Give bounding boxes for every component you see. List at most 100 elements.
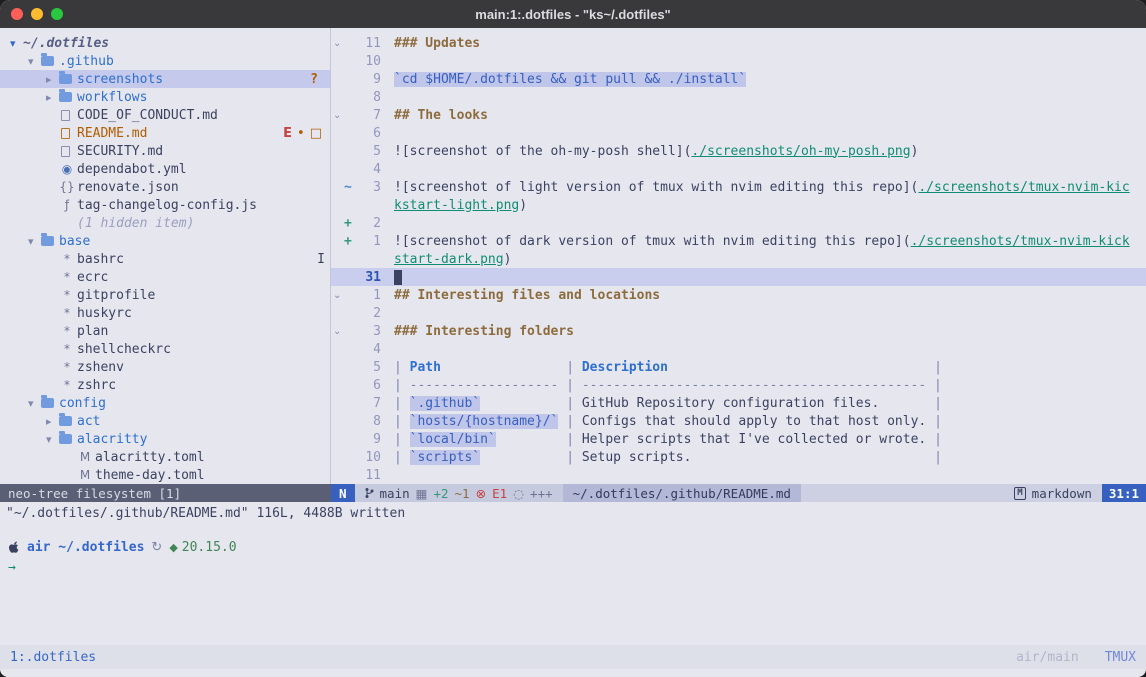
editor-line-wrap[interactable]: kstart-light.png)	[331, 196, 1146, 214]
fold-icon[interactable]: ⌄	[331, 38, 344, 49]
editor-line[interactable]: +2	[331, 214, 1146, 232]
tree-item-renovate[interactable]: {}renovate.json	[0, 178, 330, 196]
current-line-number: 31	[355, 270, 381, 285]
fold-icon[interactable]: ⌄	[331, 290, 344, 301]
editor-line[interactable]: 9`cd $HOME/.dotfiles && git pull && ./in…	[331, 70, 1146, 88]
tree-item-plan[interactable]: *plan	[0, 322, 330, 340]
lines-added: +2	[433, 486, 448, 501]
editor-line[interactable]: 11	[331, 466, 1146, 484]
editor-line[interactable]: 9| `local/bin` | Helper scripts that I'v…	[331, 430, 1146, 448]
shell-prompt: air ~/.dotfiles ↻ ◆20.15.0	[8, 538, 1138, 556]
editor-line[interactable]: 8| `hosts/{hostname}/` | Configs that sh…	[331, 412, 1146, 430]
tree-item-gitprofile[interactable]: *gitprofile	[0, 286, 330, 304]
tree-item-huskyrc[interactable]: *huskyrc	[0, 304, 330, 322]
tree-item-readme[interactable]: README.mdE•□	[0, 124, 330, 142]
git-add-sign: +	[344, 216, 355, 231]
minimize-button[interactable]	[31, 8, 43, 20]
git-add-sign: +	[344, 234, 355, 249]
tree-item-ecrc[interactable]: *ecrc	[0, 268, 330, 286]
apple-icon	[8, 540, 20, 554]
tree-item-screenshots[interactable]: ▸screenshots?	[0, 70, 330, 88]
zoom-button[interactable]	[51, 8, 63, 20]
line-number: 7	[355, 108, 381, 123]
markdown-link: ./screenshots/oh-my-posh.png	[691, 144, 910, 159]
tree-item-config[interactable]: ▾config	[0, 394, 330, 412]
file-icon	[61, 110, 70, 121]
tree-item-alacritty-toml[interactable]: Malacritty.toml	[0, 448, 330, 466]
editor-line[interactable]: 6| ------------------- | ---------------…	[331, 376, 1146, 394]
window-title: main:1:.dotfiles - "ks~/.dotfiles"	[0, 7, 1146, 22]
editor-line[interactable]: 8	[331, 88, 1146, 106]
editor-line[interactable]: 4	[331, 340, 1146, 358]
tree-item-dependabot[interactable]: ◉dependabot.yml	[0, 160, 330, 178]
diagnostics-error-icon: ⊗	[476, 486, 486, 501]
line-number: 8	[355, 90, 381, 105]
line-number: 2	[355, 216, 381, 231]
diagnostic-badges: E•□	[283, 126, 322, 141]
traffic-lights	[0, 8, 63, 20]
file-icon	[61, 146, 70, 157]
editor-line[interactable]: 6	[331, 124, 1146, 142]
editor-line[interactable]: ⌄11### Updates	[331, 34, 1146, 52]
fold-icon[interactable]: ⌄	[331, 326, 344, 337]
line-number: 9	[355, 432, 381, 447]
dotfile-icon: *	[59, 252, 75, 266]
tree-item-base[interactable]: ▾base	[0, 232, 330, 250]
tree-item-alacritty[interactable]: ▾alacritty	[0, 430, 330, 448]
node-version: ◆20.15.0	[169, 540, 236, 555]
line-number: 5	[355, 144, 381, 159]
editor-line[interactable]: 10| `scripts` | Setup scripts. |	[331, 448, 1146, 466]
tmux-window-tab[interactable]: 1:.dotfiles	[10, 650, 96, 665]
sync-icon: ↻	[151, 540, 162, 555]
fold-icon[interactable]: ⌄	[331, 110, 344, 121]
editor-line[interactable]: +1![screenshot of dark version of tmux w…	[331, 232, 1146, 250]
tree-item-security[interactable]: SECURITY.md	[0, 142, 330, 160]
markdown-icon: M	[1014, 487, 1025, 500]
editor-line[interactable]: 7| `.github` | GitHub Repository configu…	[331, 394, 1146, 412]
folder-icon	[59, 434, 72, 444]
tree-item-theme-day-toml[interactable]: Mtheme-day.toml	[0, 466, 330, 484]
line-number: 10	[355, 450, 381, 465]
tree-item-tag-changelog[interactable]: ƒtag-changelog-config.js	[0, 196, 330, 214]
shell-area[interactable]: air ~/.dotfiles ↻ ◆20.15.0 →	[0, 524, 1146, 645]
tree-item-zshenv[interactable]: *zshenv	[0, 358, 330, 376]
tree-item-zshrc[interactable]: *zshrc	[0, 376, 330, 394]
prompt-input-line[interactable]: →	[8, 558, 1138, 576]
editor-pane[interactable]: ⌄11### Updates 10 9`cd $HOME/.dotfiles &…	[331, 28, 1146, 484]
dotfile-icon: *	[59, 324, 75, 338]
neotree-statusline: neo-tree filesystem [1]	[0, 484, 331, 502]
tree-item-bashrc[interactable]: *bashrcI	[0, 250, 330, 268]
editor-line-wrap[interactable]: start-dark.png)	[331, 250, 1146, 268]
editor-line[interactable]: ⌄7## The looks	[331, 106, 1146, 124]
line-number: 7	[355, 396, 381, 411]
close-button[interactable]	[11, 8, 23, 20]
error-badge: E	[283, 126, 292, 141]
line-number: 8	[355, 414, 381, 429]
editor-line[interactable]: 2	[331, 304, 1146, 322]
line-number: 3	[355, 324, 381, 339]
mode-indicator: N	[331, 484, 355, 502]
file-icon	[61, 128, 70, 139]
editor-line[interactable]: 5| Path | Description |	[331, 358, 1146, 376]
tree-item-root[interactable]: ▾~/.dotfiles	[0, 34, 330, 52]
neotree-panel: ▾~/.dotfiles ▾.github ▸screenshots? ▸wor…	[0, 28, 331, 484]
editor-line[interactable]: ⌄3### Interesting folders	[331, 322, 1146, 340]
tmux-label: TMUX	[1105, 650, 1136, 665]
node-icon: ◆	[169, 541, 177, 554]
file-path: ~/.dotfiles/.github/README.md	[563, 484, 801, 502]
editor-line[interactable]: 10	[331, 52, 1146, 70]
lines-changed: ~1	[455, 486, 470, 501]
tree-item-workflows[interactable]: ▸workflows	[0, 88, 330, 106]
tree-item-shellcheckrc[interactable]: *shellcheckrc	[0, 340, 330, 358]
line-number: 11	[355, 36, 381, 51]
editor-line[interactable]: 5![screenshot of the oh-my-posh shell](.…	[331, 142, 1146, 160]
editor-line[interactable]: ⌄1## Interesting files and locations	[331, 286, 1146, 304]
editor-line[interactable]: ~3![screenshot of light version of tmux …	[331, 178, 1146, 196]
tree-item-code-of-conduct[interactable]: CODE_OF_CONDUCT.md	[0, 106, 330, 124]
editor-current-line[interactable]: 31	[331, 268, 1146, 286]
tree-item-act[interactable]: ▸act	[0, 412, 330, 430]
chevron-right-icon: ▸	[46, 91, 59, 104]
tree-item-github[interactable]: ▾.github	[0, 52, 330, 70]
line-number: 11	[355, 468, 381, 483]
editor-line[interactable]: 4	[331, 160, 1146, 178]
